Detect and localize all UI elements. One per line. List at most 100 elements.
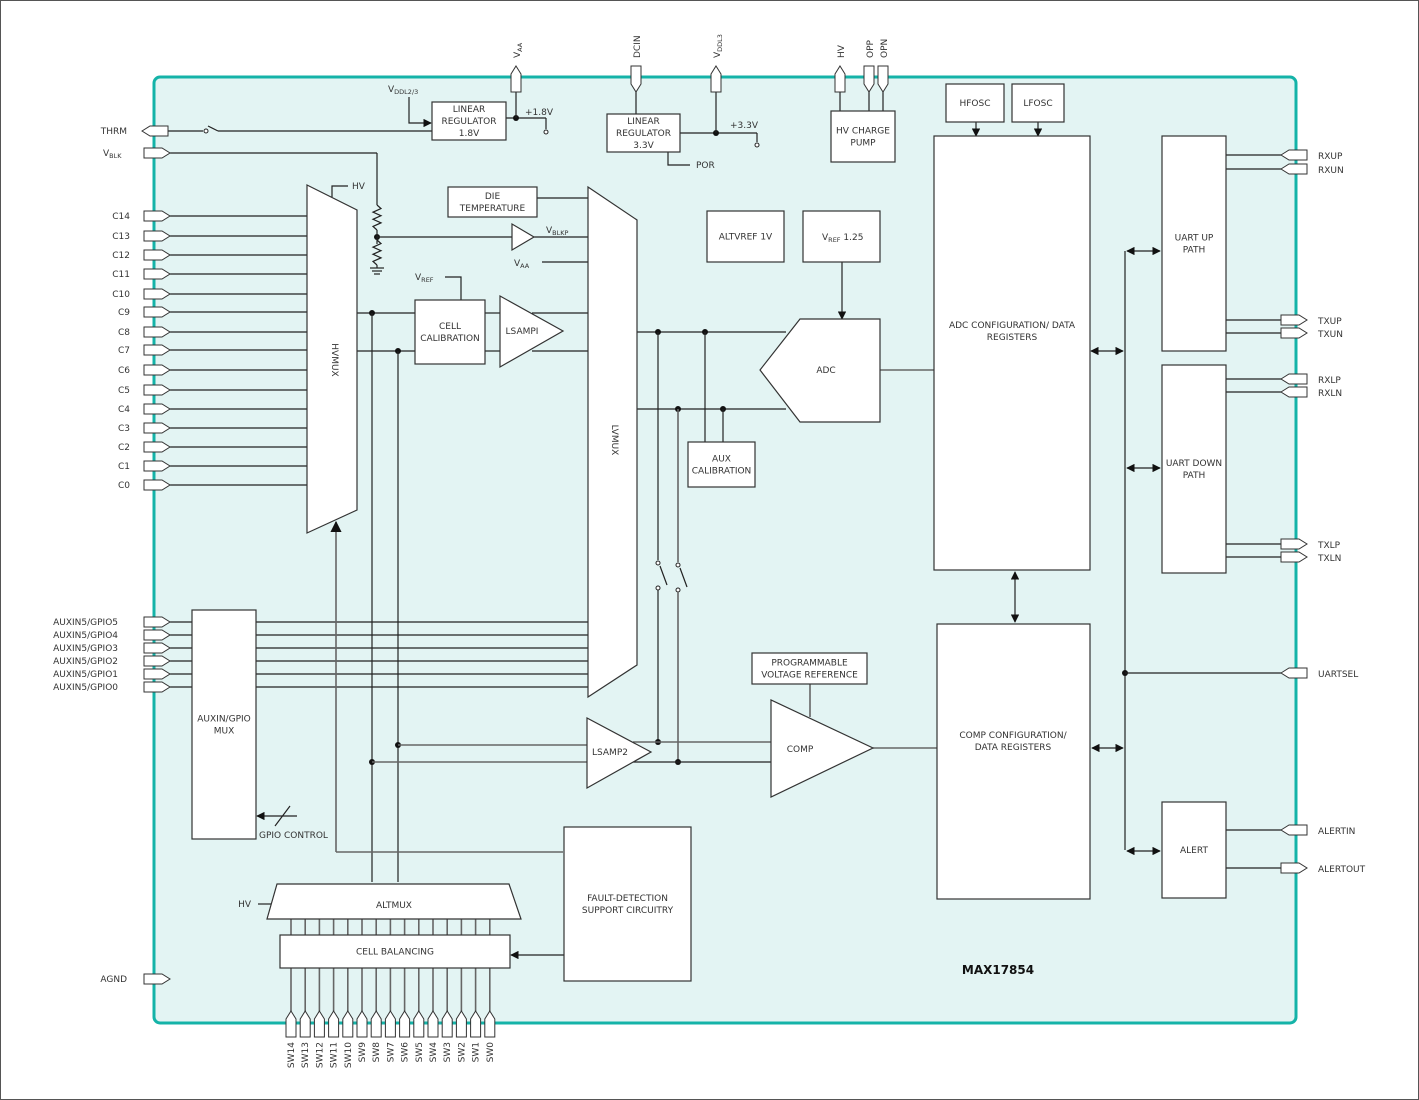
comp-registers-label: DATA REGISTERS xyxy=(975,743,1052,753)
adc-registers-label: ADC CONFIGURATION/ DATA xyxy=(949,321,1076,331)
pin-label-txln: TXLN xyxy=(1317,554,1341,564)
pin-label-c2: C2 xyxy=(118,443,130,453)
pin-label-sw3: SW3 xyxy=(443,1042,453,1062)
programmable-voltage-reference-block-label: PROGRAMMABLE xyxy=(771,659,848,669)
uart-up-path-block-label: PATH xyxy=(1183,246,1206,256)
adc-registers-label: REGISTERS xyxy=(987,333,1038,343)
cell-balancing-block-label: CELL BALANCING xyxy=(356,948,434,958)
net-label-gpio-control: GPIO CONTROL xyxy=(259,831,328,841)
pin-label-c13: C13 xyxy=(112,232,130,242)
fault-detection-block-label: SUPPORT CIRCUITRY xyxy=(582,906,674,916)
hv-charge-pump-block-label: HV CHARGE xyxy=(836,127,890,137)
cell-calibration-block xyxy=(414,299,486,365)
adc-label: ADC xyxy=(816,366,835,376)
pin-label-sw9: SW9 xyxy=(358,1042,368,1063)
pin-label-c0: C0 xyxy=(118,481,130,491)
pin-label-opp: OPP xyxy=(866,39,876,58)
pin-alertout xyxy=(1280,862,1308,874)
pin-label-txlp: TXLP xyxy=(1317,541,1341,551)
auxin-gpio-mux-block-label: MUX xyxy=(214,727,235,737)
pin-label-auxin-gpio4: AUXIN5/GPIO4 xyxy=(53,631,118,641)
pin-label-sw11: SW11 xyxy=(330,1042,340,1068)
pin-label-vddl3: VDDL3 xyxy=(713,34,724,58)
pin-label-alertout: ALERTOUT xyxy=(1318,865,1366,875)
pin-label-c4: C4 xyxy=(118,405,130,415)
net-label-por: POR xyxy=(696,161,715,171)
pin-label-sw4: SW4 xyxy=(429,1042,439,1063)
linear-regulator-3v3-block-label: 3.3V xyxy=(633,141,654,151)
pin-label-txup: TXUP xyxy=(1317,317,1342,327)
pin-label-vaa: VAA xyxy=(513,42,524,58)
pin-label-rxup: RXUP xyxy=(1318,152,1343,162)
fault-detection-block xyxy=(563,826,692,982)
comp-label: COMP xyxy=(787,745,814,755)
die-temperature-block-label: DIE xyxy=(485,192,501,202)
pin-vaa xyxy=(510,65,522,93)
lsamp2-label: LSAMP2 xyxy=(592,748,628,758)
pin-label-auxin-gpio5: AUXIN5/GPIO5 xyxy=(53,618,118,628)
pin-label-dcin: DCIN xyxy=(633,35,643,58)
pin-label-agnd: AGND xyxy=(100,975,127,985)
pin-label-sw14: SW14 xyxy=(287,1042,297,1068)
uart-down-path-block-label: UART DOWN xyxy=(1166,459,1222,469)
linear-regulator-1v8-block-label: LINEAR xyxy=(453,105,486,115)
pin-label-sw10: SW10 xyxy=(344,1042,354,1068)
pin-txup xyxy=(1280,314,1308,326)
linear-regulator-1v8-block-label: 1.8V xyxy=(459,129,480,139)
pin-label-c1: C1 xyxy=(118,462,130,472)
pin-label-sw0: SW0 xyxy=(486,1042,496,1063)
pin-label-sw8: SW8 xyxy=(372,1042,382,1063)
pin-label-c10: C10 xyxy=(112,290,130,300)
auxin-gpio-mux-block xyxy=(191,609,257,840)
block-diagram: THRMVBLKVBLKPC14C13C12C11C10C9C8C7C6C5C4… xyxy=(53,34,1366,1068)
pin-vddl3 xyxy=(710,65,722,93)
pin-label-rxlp: RXLP xyxy=(1318,376,1341,386)
pin-label-c8: C8 xyxy=(118,328,130,338)
pin-label-c14: C14 xyxy=(112,212,130,222)
switch-contact xyxy=(543,129,549,135)
lfosc-block-label: LFOSC xyxy=(1023,99,1052,109)
pin-label-auxin-gpio2: AUXIN5/GPIO2 xyxy=(53,657,118,667)
pin-label-opn: OPN xyxy=(880,39,890,58)
programmable-voltage-reference-block-label: VOLTAGE REFERENCE xyxy=(761,671,858,681)
uart-down-path-block xyxy=(1161,364,1227,574)
pin-label-sw12: SW12 xyxy=(315,1042,325,1068)
altvref-block-label: ALTVREF 1V xyxy=(719,233,773,243)
auxin-gpio-mux-block-label: AUXIN/GPIO xyxy=(197,715,250,725)
hfosc-block-label: HFOSC xyxy=(959,99,990,109)
pin-label-uartsel: UARTSEL xyxy=(1318,670,1358,680)
switch-contact xyxy=(655,560,661,566)
pin-label-c9: C9 xyxy=(118,308,130,318)
pin-label-sw13: SW13 xyxy=(301,1042,311,1068)
lsamp1-label: LSAMPI xyxy=(506,327,539,337)
pin-label-sw5: SW5 xyxy=(415,1042,425,1062)
pin-label-c11: C11 xyxy=(112,270,130,280)
altmux-label: ALTMUX xyxy=(376,901,412,911)
pin-label-c6: C6 xyxy=(118,366,130,376)
pin-label-c3: C3 xyxy=(118,424,130,434)
pin-label-rxln: RXLN xyxy=(1318,389,1342,399)
net-label-hv-hvmux: HV xyxy=(352,182,366,192)
pin-label-thrm: THRM xyxy=(100,127,127,137)
pin-label-auxin-gpio1: AUXIN5/GPIO1 xyxy=(53,670,118,680)
pin-label-auxin-gpio3: AUXIN5/GPIO3 xyxy=(53,644,118,654)
pin-hv xyxy=(834,65,846,93)
net-label-plus-3v3: +3.3V xyxy=(730,121,759,131)
aux-calibration-block-label: CALIBRATION xyxy=(692,467,752,477)
switch-contact xyxy=(675,562,681,568)
pin-label-sw1: SW1 xyxy=(472,1042,482,1062)
pin-label-hv: HV xyxy=(837,44,847,58)
net-label-plus-1v8: +1.8V xyxy=(525,108,554,118)
uart-up-path-block-label: UART UP xyxy=(1175,234,1214,244)
hv-charge-pump-block-label: PUMP xyxy=(850,139,876,149)
switch-contact xyxy=(675,587,681,593)
part-number: MAX17854 xyxy=(962,963,1034,977)
adc-registers-block xyxy=(933,135,1091,571)
pin-label-rxun: RXUN xyxy=(1318,166,1344,176)
uart-down-path-block-label: PATH xyxy=(1183,471,1206,481)
net-label-hv-altmux: HV xyxy=(238,900,252,910)
aux-calibration-block-label: AUX xyxy=(712,455,731,465)
aux-calibration-block xyxy=(687,441,756,488)
pin-label-txun: TXUN xyxy=(1317,330,1343,340)
pin-label-c12: C12 xyxy=(112,251,130,261)
